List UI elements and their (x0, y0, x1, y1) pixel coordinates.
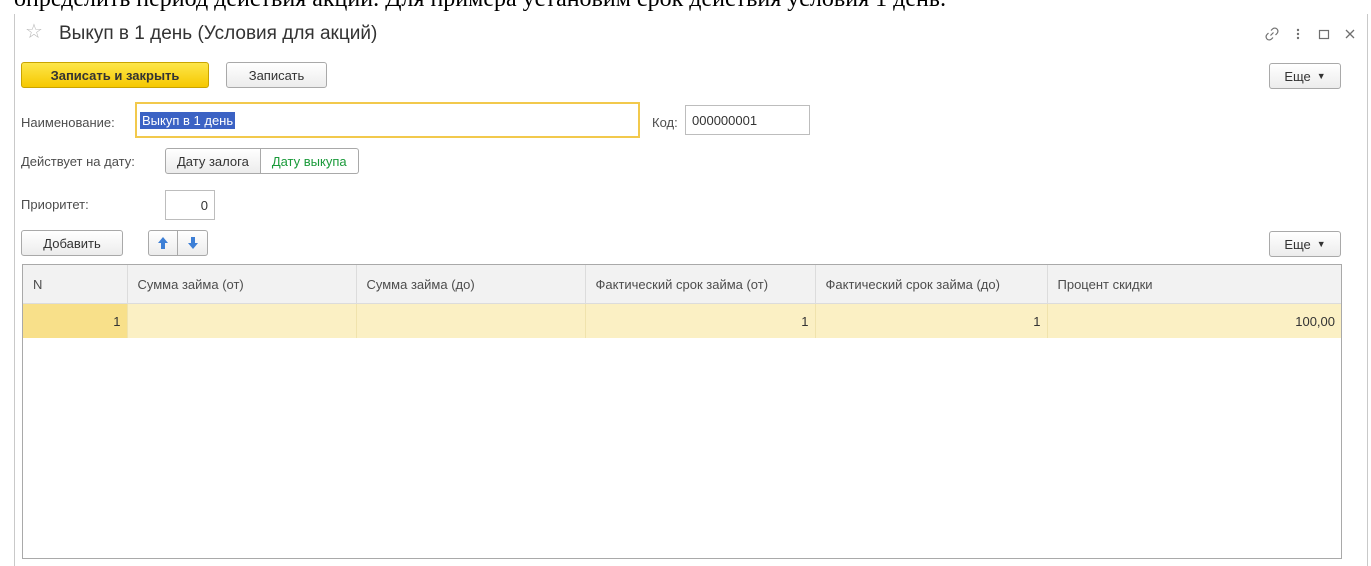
title-bar: ☆ Выкуп в 1 день (Условия для акций) (15, 14, 1367, 54)
maximize-icon[interactable] (1311, 22, 1337, 46)
move-buttons (148, 230, 208, 256)
more-vert-icon[interactable] (1285, 22, 1311, 46)
caret-down-icon: ▼ (1316, 239, 1326, 249)
table-cell-n[interactable]: 1 (23, 303, 128, 338)
caret-down-icon: ▼ (1316, 71, 1326, 81)
table-cell-sum-to[interactable] (356, 303, 586, 338)
name-label: Наименование: (21, 115, 115, 130)
add-button[interactable]: Добавить (21, 230, 123, 256)
priority-field[interactable]: 0 (165, 190, 215, 220)
save-button[interactable]: Записать (226, 62, 327, 88)
move-down-button[interactable] (178, 230, 208, 256)
window-controls (1259, 22, 1363, 46)
conditions-table: N Сумма займа (от) Сумма займа (до) Факт… (22, 264, 1342, 559)
name-value: Выкуп в 1 день (140, 111, 236, 129)
close-icon[interactable] (1337, 22, 1363, 46)
column-header[interactable]: Фактический срок займа (от) (585, 265, 816, 304)
table-cell-sum-from[interactable] (127, 303, 357, 338)
window-title: Выкуп в 1 день (Условия для акций) (59, 23, 378, 44)
star-icon[interactable]: ☆ (25, 20, 43, 44)
priority-label: Приоритет: (21, 197, 89, 212)
column-header[interactable]: Сумма займа (до) (356, 265, 586, 304)
table-cell-term-from[interactable]: 1 (585, 303, 816, 338)
table-header-row: N Сумма займа (от) Сумма займа (до) Факт… (23, 265, 1341, 304)
table-cell-discount[interactable]: 100,00 (1047, 303, 1341, 338)
arrow-up-icon (158, 237, 168, 249)
arrow-down-icon (187, 237, 198, 249)
name-field[interactable]: Выкуп в 1 день (135, 102, 640, 138)
code-label: Код: (652, 115, 678, 130)
toggle-redemption-date[interactable]: Дату выкупа (260, 148, 359, 174)
save-and-close-button[interactable]: Записать и закрыть (21, 62, 209, 88)
table-cell-term-to[interactable]: 1 (815, 303, 1048, 338)
column-header[interactable]: Процент скидки (1047, 265, 1341, 304)
table-more-button[interactable]: Еще ▼ (1269, 231, 1341, 257)
column-header[interactable]: Сумма займа (от) (127, 265, 357, 304)
document-text-clipped: определить период действия акции. Для пр… (14, 0, 946, 13)
date-toggle-group: Дату залога Дату выкупа (165, 148, 359, 174)
table-row[interactable]: 1 1 1 100,00 (23, 303, 1341, 338)
column-header[interactable]: Фактический срок займа (до) (815, 265, 1048, 304)
code-field[interactable]: 000000001 (685, 105, 810, 135)
toggle-pledge-date[interactable]: Дату залога (165, 148, 261, 174)
more-button-label: Еще (1284, 68, 1311, 84)
date-label: Действует на дату: (21, 154, 135, 169)
form-window: ☆ Выкуп в 1 день (Условия для акций) Зап… (14, 14, 1368, 566)
move-up-button[interactable] (148, 230, 178, 256)
more-button[interactable]: Еще ▼ (1269, 63, 1341, 89)
link-icon[interactable] (1259, 22, 1285, 46)
table-more-label: Еще (1284, 236, 1311, 252)
column-header[interactable]: N (23, 265, 128, 304)
